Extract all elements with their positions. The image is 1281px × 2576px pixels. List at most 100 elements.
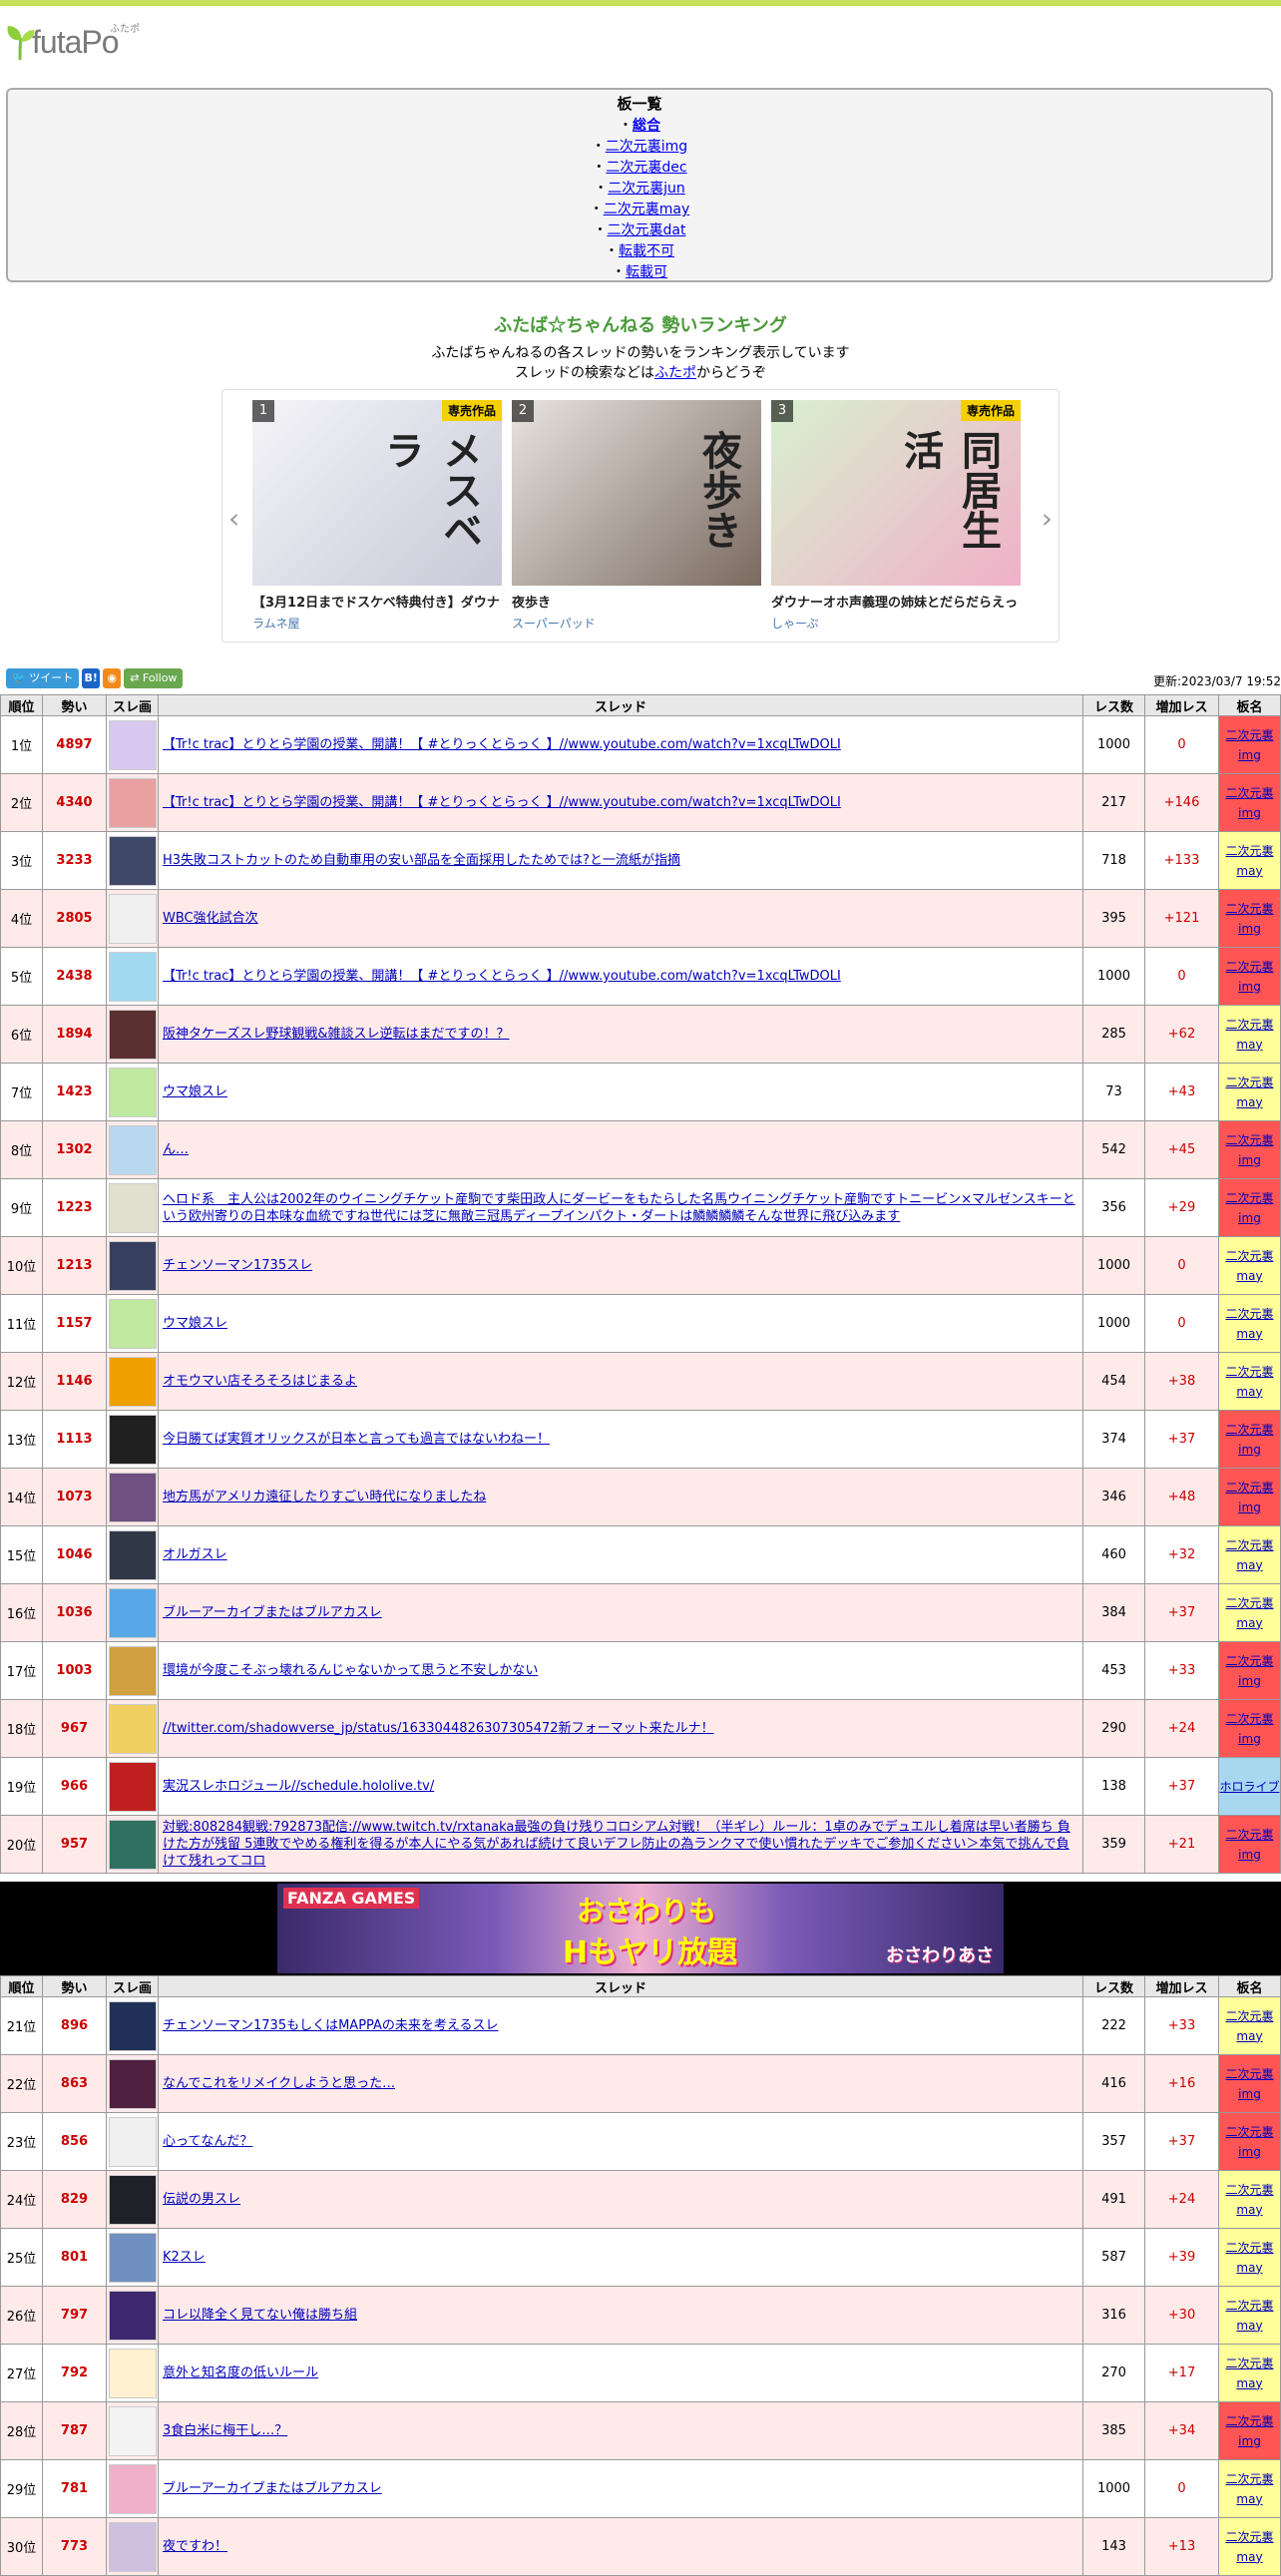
- tweet-button[interactable]: 🐦 ツイート: [6, 668, 80, 688]
- thread-thumbnail[interactable]: [108, 2116, 157, 2167]
- thread-thumbnail[interactable]: [108, 951, 157, 1002]
- board-link[interactable]: 二次元裏dec: [606, 160, 686, 176]
- board-name-link[interactable]: 二次元裏may: [1225, 1596, 1273, 1630]
- thread-link[interactable]: チェンソーマン1735もしくはMAPPAの未来を考えるスレ: [163, 2018, 499, 2033]
- thread-link[interactable]: ウマ娘スレ: [163, 1084, 227, 1099]
- board-link[interactable]: 二次元裏may: [604, 202, 690, 217]
- board-name-link[interactable]: 二次元裏may: [1225, 1249, 1273, 1283]
- board-name-link[interactable]: 二次元裏img: [1225, 786, 1273, 820]
- rss-icon[interactable]: ◉: [103, 668, 122, 688]
- board-name-link[interactable]: 二次元裏img: [1225, 1191, 1273, 1225]
- thread-link[interactable]: 地方馬がアメリカ遠征したりすごい時代になりましたね: [163, 1490, 486, 1504]
- board-name-link[interactable]: 二次元裏may: [1225, 2472, 1273, 2506]
- board-name-link[interactable]: 二次元裏may: [1225, 1538, 1273, 1572]
- thread-link[interactable]: 3食白米に梅干し…？: [163, 2423, 287, 2438]
- thread-thumbnail[interactable]: [108, 1529, 157, 1580]
- thread-thumbnail[interactable]: [108, 1703, 157, 1754]
- thread-thumbnail[interactable]: [108, 1298, 157, 1349]
- thread-link[interactable]: 環境が今度こそぶっ壊れるんじゃないかって思うと不安しかない: [163, 1663, 538, 1678]
- thread-thumbnail[interactable]: [108, 1240, 157, 1291]
- thread-link[interactable]: ヘロド系 主人公は2002年のウイニングチケット産駒です柴田政人にダービーをもた…: [163, 1192, 1075, 1224]
- board-link[interactable]: 転載不可: [619, 243, 674, 259]
- carousel-item[interactable]: 3 専売作品 同居生活 ダウナーオホ声義理の姉妹とだらだらえっ しゃーぷ: [771, 400, 1021, 632]
- board-name-link[interactable]: 二次元裏img: [1225, 728, 1273, 762]
- thread-link[interactable]: コレ以降全く見てない俺は勝ち組: [163, 2308, 357, 2323]
- thread-thumbnail[interactable]: [108, 1414, 157, 1465]
- board-name-link[interactable]: 二次元裏img: [1225, 2067, 1273, 2101]
- board-name-link[interactable]: 二次元裏img: [1225, 902, 1273, 936]
- futapo-link[interactable]: ふたポ: [654, 365, 696, 381]
- board-name-link[interactable]: 二次元裏may: [1225, 1307, 1273, 1341]
- thread-link[interactable]: 【Tr!c trac】とりとら学園の授業、開講！【 #とりっくとらっく 】//w…: [163, 795, 841, 810]
- board-name-link[interactable]: 二次元裏img: [1225, 1654, 1273, 1688]
- board-link[interactable]: 総合: [633, 118, 660, 134]
- thread-thumbnail[interactable]: [108, 1067, 157, 1117]
- thread-thumbnail[interactable]: [108, 2348, 157, 2398]
- thread-link[interactable]: ん…: [163, 1142, 189, 1157]
- thread-link[interactable]: 今日勝てば実質オリックスが日本と言っても過言ではないわねー！: [163, 1432, 550, 1447]
- thread-link[interactable]: ブルーアーカイブまたはブルアカスレ: [163, 1605, 382, 1620]
- thread-thumbnail[interactable]: [108, 1009, 157, 1060]
- thread-link[interactable]: //twitter.com/shadowverse_jp/status/1633…: [163, 1721, 714, 1736]
- thread-link[interactable]: 意外と知名度の低いルール: [163, 2365, 318, 2380]
- thread-link[interactable]: オモウマい店そろそろはじまるよ: [163, 1374, 357, 1389]
- carousel-item[interactable]: 1 専売作品 メスベラ 【3月12日までドスケベ特典付き】ダウナ ラムネ屋: [252, 400, 502, 632]
- thread-thumbnail[interactable]: [108, 1472, 157, 1522]
- thread-link[interactable]: 【Tr!c trac】とりとら学園の授業、開講！【 #とりっくとらっく 】//w…: [163, 737, 841, 752]
- thread-thumbnail[interactable]: [108, 1587, 157, 1638]
- thread-thumbnail[interactable]: [108, 835, 157, 886]
- board-name-link[interactable]: 二次元裏img: [1225, 1712, 1273, 1746]
- board-link[interactable]: 転載可: [626, 264, 667, 280]
- thread-link[interactable]: ウマ娘スレ: [163, 1316, 227, 1331]
- board-name-link[interactable]: 二次元裏img: [1225, 2414, 1273, 2448]
- hatena-bookmark-button[interactable]: B!: [82, 668, 101, 688]
- board-name-link[interactable]: 二次元裏img: [1225, 1481, 1273, 1514]
- board-name-link[interactable]: 二次元裏may: [1225, 1018, 1273, 1052]
- thread-link[interactable]: オルガスレ: [163, 1547, 227, 1562]
- board-name-link[interactable]: 二次元裏may: [1225, 2009, 1273, 2043]
- thread-link[interactable]: H3失敗コストカットのため自動車用の安い部品を全面採用したためでは?と一流紙が指…: [163, 853, 680, 868]
- thread-link[interactable]: なんでこれをリメイクしようと思った…: [163, 2076, 395, 2091]
- fanza-ad-banner[interactable]: FANZA GAMES おさわりも Hもヤリ放題 おさわりあさ: [277, 1884, 1004, 1973]
- board-name-link[interactable]: 二次元裏may: [1225, 1075, 1273, 1109]
- thread-thumbnail[interactable]: [108, 1356, 157, 1407]
- thread-thumbnail[interactable]: [108, 2463, 157, 2514]
- thread-link[interactable]: ブルーアーカイブまたはブルアカスレ: [163, 2481, 382, 2496]
- thread-thumbnail[interactable]: [108, 1124, 157, 1175]
- board-name-link[interactable]: 二次元裏may: [1225, 2241, 1273, 2275]
- thread-thumbnail[interactable]: [108, 2521, 157, 2572]
- thread-link[interactable]: 夜ですわ！: [163, 2539, 227, 2554]
- thread-thumbnail[interactable]: [108, 1182, 157, 1233]
- board-link[interactable]: 二次元裏jun: [608, 181, 685, 197]
- thread-thumbnail[interactable]: [108, 2405, 157, 2456]
- board-name-link[interactable]: 二次元裏may: [1225, 2183, 1273, 2217]
- thread-thumbnail[interactable]: [108, 2232, 157, 2283]
- thread-link[interactable]: 対戦:808284観戦:792873配信://www.twitch.tv/rxt…: [163, 1820, 1070, 1869]
- thread-thumbnail[interactable]: [108, 893, 157, 944]
- thread-link[interactable]: K2スレ: [163, 2250, 206, 2265]
- thread-thumbnail[interactable]: [108, 2058, 157, 2109]
- thread-link[interactable]: チェンソーマン1735スレ: [163, 1258, 312, 1273]
- board-name-link[interactable]: 二次元裏img: [1225, 1133, 1273, 1167]
- follow-button[interactable]: ⇄ Follow: [124, 668, 184, 688]
- board-name-link[interactable]: 二次元裏may: [1225, 844, 1273, 878]
- board-name-link[interactable]: 二次元裏img: [1225, 2125, 1273, 2159]
- thread-link[interactable]: 実況スレホロジュール//schedule.hololive.tv/: [163, 1779, 434, 1794]
- carousel-prev-icon[interactable]: ‹: [228, 502, 239, 535]
- thread-thumbnail[interactable]: [108, 2174, 157, 2225]
- thread-thumbnail[interactable]: [108, 2290, 157, 2341]
- board-name-link[interactable]: 二次元裏img: [1225, 960, 1273, 994]
- thread-link[interactable]: 【Tr!c trac】とりとら学園の授業、開講！【 #とりっくとらっく 】//w…: [163, 969, 841, 984]
- carousel-item[interactable]: 2 夜歩き 夜歩き スーパーパッド: [512, 400, 761, 632]
- board-name-link[interactable]: 二次元裏may: [1225, 2357, 1273, 2390]
- thread-link[interactable]: 伝説の男スレ: [163, 2192, 240, 2207]
- thread-thumbnail[interactable]: [108, 2000, 157, 2051]
- board-name-link[interactable]: 二次元裏img: [1225, 1423, 1273, 1457]
- board-name-link[interactable]: 二次元裏may: [1225, 2299, 1273, 2333]
- thread-thumbnail[interactable]: [108, 1645, 157, 1696]
- board-name-link[interactable]: 二次元裏may: [1225, 1365, 1273, 1399]
- board-name-link[interactable]: 二次元裏may: [1225, 2530, 1273, 2564]
- board-name-link[interactable]: 二次元裏img: [1225, 1828, 1273, 1862]
- site-logo[interactable]: futaPo: [6, 24, 120, 61]
- thread-thumbnail[interactable]: [108, 1761, 157, 1812]
